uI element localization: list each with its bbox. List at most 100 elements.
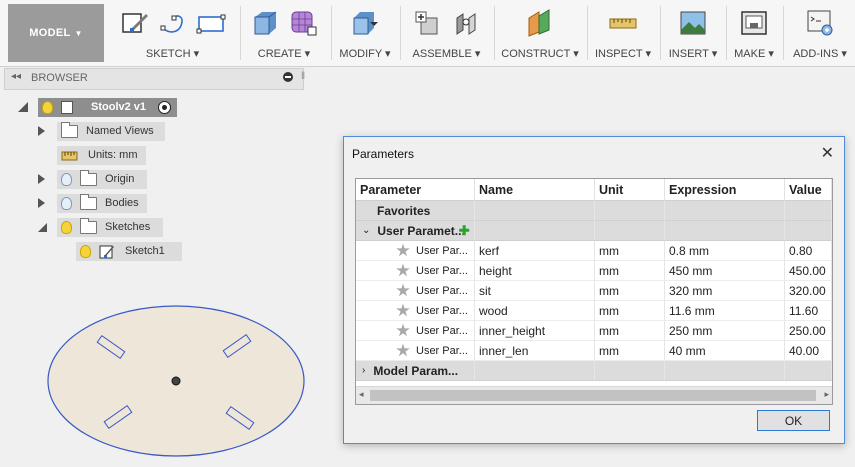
param-name: inner_len xyxy=(475,341,595,361)
collapsed-triangle-icon[interactable] xyxy=(38,198,45,208)
scroll-left-icon[interactable]: ◂ xyxy=(359,389,364,400)
scroll-right-icon[interactable]: ▸ xyxy=(824,389,829,400)
param-expression[interactable]: 250 mm xyxy=(665,321,785,341)
chevron-down-icon[interactable]: ⌄ xyxy=(362,225,370,236)
make-group[interactable]: MAKE ▾ xyxy=(730,0,778,66)
minimize-icon[interactable] xyxy=(283,72,293,82)
model-parameters-group-row[interactable]: › Model Param... xyxy=(356,361,832,381)
param-type: User Par... xyxy=(416,344,468,357)
tree-item-sketch1[interactable]: Sketch1 xyxy=(76,241,182,261)
param-value: 11.60 xyxy=(785,301,832,321)
column-header-unit[interactable]: Unit xyxy=(595,179,665,201)
add-ins-group[interactable]: ADD-INS ▾ xyxy=(787,0,853,66)
table-row[interactable]: User Par... inner_height mm 250 mm 250.0… xyxy=(356,321,832,341)
assemble-group[interactable]: ASSEMBLE ▾ xyxy=(404,0,489,66)
scripts-addins-icon[interactable] xyxy=(805,8,835,38)
table-row[interactable]: User Par... height mm 450 mm 450.00 xyxy=(356,261,832,281)
root-component-label: Stoolv2 v1 xyxy=(91,101,147,113)
create-sketch-icon[interactable] xyxy=(120,8,150,38)
panel-grip-icon[interactable]: ‖ xyxy=(301,71,305,82)
scrollbar-thumb[interactable] xyxy=(370,390,816,401)
param-expression[interactable]: 11.6 mm xyxy=(665,301,785,321)
press-pull-icon[interactable] xyxy=(350,8,380,38)
rectangle-icon[interactable] xyxy=(196,8,226,38)
favorite-star-icon[interactable] xyxy=(396,263,410,277)
offset-plane-icon[interactable] xyxy=(525,8,555,38)
workspace-switcher-button[interactable]: MODEL ▼ xyxy=(8,4,104,62)
tree-item-sketches[interactable]: Sketches xyxy=(38,217,163,237)
tree-item-label: Named Views xyxy=(86,125,154,137)
activate-radio-icon[interactable] xyxy=(158,100,172,114)
column-header-parameter[interactable]: Parameter xyxy=(356,179,475,201)
param-name: height xyxy=(475,261,595,281)
user-group-label: User Paramet... xyxy=(377,223,465,238)
table-row[interactable]: User Par... wood mm 11.6 mm 11.60 xyxy=(356,301,832,321)
collapsed-triangle-icon[interactable] xyxy=(38,126,45,136)
inspect-group[interactable]: INSPECT ▾ xyxy=(591,0,655,66)
sketch-canvas[interactable] xyxy=(0,290,330,467)
favorite-star-icon[interactable] xyxy=(396,303,410,317)
assemble-menu-label: ASSEMBLE xyxy=(412,48,472,60)
param-unit: mm xyxy=(595,341,665,361)
collapse-arrows-icon[interactable]: ◂◂ xyxy=(11,71,21,82)
favorite-star-icon[interactable] xyxy=(396,243,410,257)
joint-icon[interactable] xyxy=(451,8,481,38)
favorite-star-icon[interactable] xyxy=(396,343,410,357)
lightbulb-on-icon[interactable] xyxy=(61,220,72,234)
lightbulb-on-icon[interactable] xyxy=(42,100,53,114)
lightbulb-on-icon[interactable] xyxy=(80,244,91,258)
tree-item-bodies[interactable]: Bodies xyxy=(38,193,147,213)
user-parameters-group-row[interactable]: ⌄ User Paramet... ✚ xyxy=(356,221,832,241)
dialog-title: Parameters xyxy=(352,147,415,161)
column-header-expression[interactable]: Expression xyxy=(665,179,785,201)
origin-point-icon[interactable] xyxy=(171,376,181,386)
param-expression[interactable]: 0.8 mm xyxy=(665,241,785,261)
add-parameter-icon[interactable]: ✚ xyxy=(459,223,470,239)
table-row[interactable]: User Par... inner_len mm 40 mm 40.00 xyxy=(356,341,832,361)
box-icon[interactable] xyxy=(250,8,280,38)
tree-item-units[interactable]: Units: mm xyxy=(57,145,146,165)
column-header-value[interactable]: Value xyxy=(785,179,832,201)
param-expression[interactable]: 450 mm xyxy=(665,261,785,281)
param-value: 320.00 xyxy=(785,281,832,301)
form-icon[interactable] xyxy=(288,8,318,38)
param-expression[interactable]: 320 mm xyxy=(665,281,785,301)
chevron-right-icon[interactable]: › xyxy=(362,365,365,376)
root-component[interactable]: Stoolv2 v1 xyxy=(38,97,178,117)
param-value: 250.00 xyxy=(785,321,832,341)
horizontal-scrollbar[interactable]: ◂ ▸ xyxy=(356,386,832,404)
ok-button[interactable]: OK xyxy=(757,410,830,431)
construct-group[interactable]: CONSTRUCT ▾ xyxy=(498,0,582,66)
lightbulb-off-icon[interactable] xyxy=(61,172,72,186)
favorite-star-icon[interactable] xyxy=(396,283,410,297)
param-type: User Par... xyxy=(416,324,468,337)
table-row[interactable]: User Par... kerf mm 0.8 mm 0.80 xyxy=(356,241,832,261)
expanded-triangle-icon[interactable] xyxy=(18,102,28,112)
parameters-table: Parameter Name Unit Expression Value Fav… xyxy=(355,178,833,405)
measure-icon[interactable] xyxy=(608,8,638,38)
param-unit: mm xyxy=(595,241,665,261)
sketch-group[interactable]: SKETCH ▾ xyxy=(110,0,235,66)
insert-menu-label: INSERT xyxy=(668,48,709,60)
param-expression[interactable]: 40 mm xyxy=(665,341,785,361)
insert-image-icon[interactable] xyxy=(678,8,708,38)
tree-item-named-views[interactable]: Named Views xyxy=(38,121,165,141)
tree-root-row[interactable]: Stoolv2 v1 xyxy=(18,97,178,117)
param-name: wood xyxy=(475,301,595,321)
column-header-name[interactable]: Name xyxy=(475,179,595,201)
favorites-row[interactable]: Favorites xyxy=(356,201,832,221)
collapsed-triangle-icon[interactable] xyxy=(38,174,45,184)
arc-icon[interactable] xyxy=(158,8,188,38)
param-name: inner_height xyxy=(475,321,595,341)
close-icon[interactable]: ✕ xyxy=(821,143,834,163)
3d-print-icon[interactable] xyxy=(739,8,769,38)
modify-group[interactable]: MODIFY ▾ xyxy=(335,0,395,66)
lightbulb-off-icon[interactable] xyxy=(61,196,72,210)
new-component-icon[interactable] xyxy=(413,8,443,38)
table-row[interactable]: User Par... sit mm 320 mm 320.00 xyxy=(356,281,832,301)
favorite-star-icon[interactable] xyxy=(396,323,410,337)
tree-item-origin[interactable]: Origin xyxy=(38,169,147,189)
insert-group[interactable]: INSERT ▾ xyxy=(664,0,722,66)
expanded-triangle-icon[interactable] xyxy=(38,222,47,232)
create-group[interactable]: CREATE ▾ xyxy=(244,0,324,66)
